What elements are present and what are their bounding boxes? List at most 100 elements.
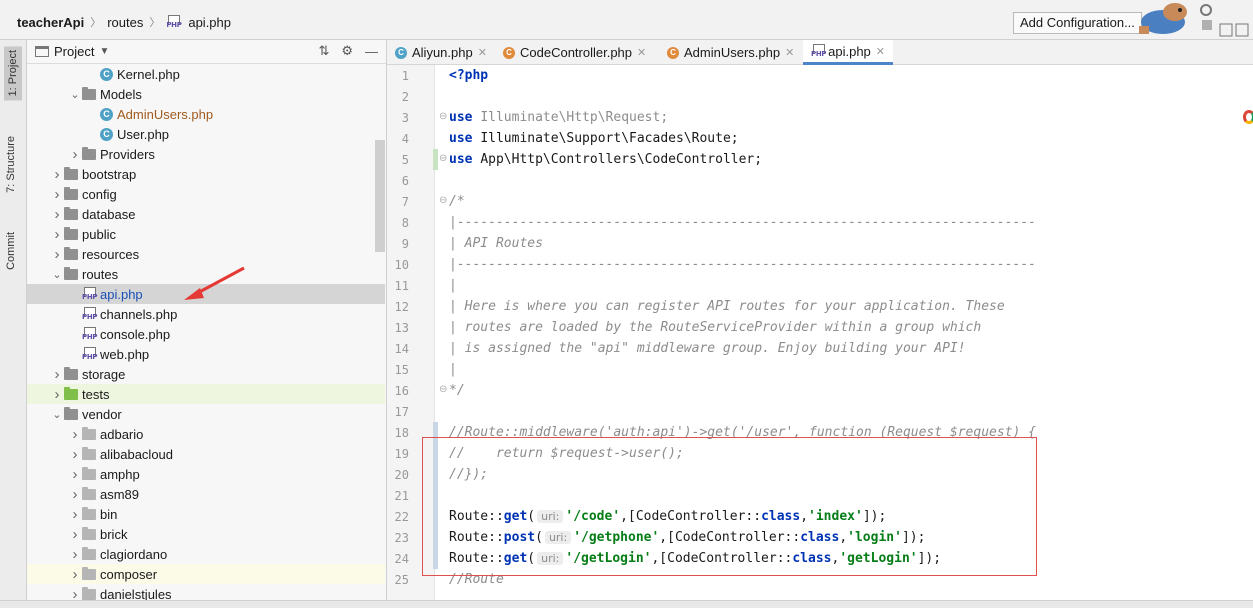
code-line: |: [449, 278, 457, 293]
line-number: 14: [394, 342, 409, 356]
php-file-icon: [811, 44, 826, 58]
tree-item[interactable]: channels.php: [27, 304, 385, 324]
tree-item-label: routes: [82, 266, 119, 282]
chevron-right-icon[interactable]: ›: [50, 206, 64, 223]
gear-icon[interactable]: ⚙: [341, 43, 353, 59]
chevron-right-icon[interactable]: ›: [68, 486, 82, 503]
tree-item[interactable]: › amphp: [27, 464, 385, 484]
tree-item-label: resources: [82, 246, 140, 262]
breadcrumb-file[interactable]: api.php: [188, 15, 231, 30]
chevron-right-icon[interactable]: ›: [50, 366, 64, 383]
fold-icon[interactable]: ⊖: [439, 384, 447, 395]
chevron-right-icon[interactable]: ›: [68, 566, 82, 583]
tree-item[interactable]: C User.php: [27, 124, 385, 144]
library-folder-icon: [82, 446, 96, 460]
tree-item[interactable]: › asm89: [27, 484, 385, 504]
close-icon[interactable]: ✕: [876, 45, 885, 58]
code-token: Illuminate\Http\Request;: [480, 110, 669, 125]
tree-item[interactable]: › alibabacloud: [27, 444, 385, 464]
vcs-added-marker[interactable]: [433, 149, 438, 170]
close-icon[interactable]: ✕: [637, 46, 646, 59]
chevron-right-icon: 〉: [90, 17, 102, 29]
chevron-right-icon[interactable]: ›: [50, 226, 64, 243]
tree-item[interactable]: › bin: [27, 504, 385, 524]
tab-project-tool-window[interactable]: 1: Project: [4, 46, 22, 101]
tree-item-label: vendor: [82, 406, 122, 422]
tree-item[interactable]: › clagiordano: [27, 544, 385, 564]
chevron-right-icon[interactable]: ›: [68, 426, 82, 443]
editor-tab-label: AdminUsers.php: [684, 45, 781, 60]
chevron-right-icon[interactable]: ›: [68, 466, 82, 483]
editor-tab[interactable]: C Aliyun.php ✕: [387, 40, 495, 65]
chevron-right-icon[interactable]: ›: [50, 166, 64, 183]
project-view-selector[interactable]: Project ▼: [35, 44, 109, 59]
chevron-right-icon[interactable]: ›: [68, 146, 82, 163]
code-line: | routes are loaded by the RouteServiceP…: [449, 320, 982, 335]
tree-item[interactable]: ⌄ Models: [27, 84, 385, 104]
collapse-all-icon[interactable]: ⇅: [318, 43, 329, 59]
tab-commit-tool-window[interactable]: Commit: [5, 232, 17, 270]
line-number: 21: [394, 489, 409, 503]
tree-item[interactable]: › composer: [27, 564, 385, 584]
fold-icon[interactable]: ⊖: [439, 153, 447, 164]
chevron-right-icon[interactable]: ›: [50, 246, 64, 263]
chevron-right-icon[interactable]: ›: [68, 526, 82, 543]
fold-icon[interactable]: ⊖: [439, 111, 447, 122]
php-class-icon: C: [503, 46, 515, 59]
toolbar-run-icons[interactable]: [1198, 2, 1253, 38]
chevron-right-icon[interactable]: ›: [68, 446, 82, 463]
chevron-right-icon[interactable]: ›: [68, 506, 82, 523]
tree-item[interactable]: › tests: [27, 384, 385, 404]
tree-item[interactable]: › resources: [27, 244, 385, 264]
folder-icon: [64, 166, 78, 180]
breadcrumb-project[interactable]: teacherApi: [17, 15, 84, 30]
editor-tab[interactable]: C AdminUsers.php ✕: [659, 40, 803, 65]
php-class-icon: C: [395, 46, 407, 59]
tree-item[interactable]: › database: [27, 204, 385, 224]
tab-structure-tool-window[interactable]: 7: Structure: [5, 136, 17, 193]
code-line: use Illuminate\Http\Request;: [449, 107, 668, 128]
chevron-down-icon[interactable]: ⌄: [68, 88, 82, 101]
chevron-right-icon[interactable]: ›: [50, 386, 64, 403]
tree-item[interactable]: › bootstrap: [27, 164, 385, 184]
folder-icon: [64, 226, 78, 240]
line-number: 17: [394, 405, 409, 419]
line-number: 4: [401, 132, 409, 146]
minimize-icon[interactable]: —: [365, 44, 378, 59]
tree-item[interactable]: › storage: [27, 364, 385, 384]
tree-item-label: alibabacloud: [100, 446, 174, 462]
library-folder-icon: [82, 466, 96, 480]
add-configuration-button[interactable]: Add Configuration...: [1013, 12, 1142, 34]
folder-icon: [82, 86, 96, 100]
breadcrumb-folder[interactable]: routes: [107, 15, 143, 30]
project-panel: Project ▼ ⇅ ⚙ — C Kernel.php ⌄ Models C Admin…: [27, 40, 387, 608]
tree-item[interactable]: ⌄ vendor: [27, 404, 385, 424]
chevron-down-icon[interactable]: ⌄: [50, 268, 64, 281]
chevron-down-icon[interactable]: ⌄: [50, 408, 64, 421]
tree-item[interactable]: web.php: [27, 344, 385, 364]
tree-item[interactable]: › brick: [27, 524, 385, 544]
library-folder-icon: [82, 546, 96, 560]
folder-icon: [64, 406, 78, 420]
close-icon[interactable]: ✕: [785, 46, 794, 59]
folder-icon: [64, 366, 78, 380]
tree-item-label: Kernel.php: [117, 66, 180, 82]
tree-item[interactable]: › adbario: [27, 424, 385, 444]
tree-item[interactable]: › Providers: [27, 144, 385, 164]
chrome-browser-icon[interactable]: [1243, 110, 1253, 124]
tree-item[interactable]: › config: [27, 184, 385, 204]
editor-tab[interactable]: C CodeController.php ✕: [495, 40, 659, 65]
editor-tab[interactable]: api.php ✕: [803, 40, 893, 65]
chevron-right-icon[interactable]: ›: [68, 546, 82, 563]
tree-scrollbar[interactable]: [375, 140, 385, 252]
breadcrumb: teacherApi 〉 routes 〉 api.php: [17, 14, 231, 30]
chevron-right-icon[interactable]: ›: [50, 186, 64, 203]
close-icon[interactable]: ✕: [478, 46, 487, 59]
tree-item[interactable]: C AdminUsers.php: [27, 104, 385, 124]
tree-item[interactable]: console.php: [27, 324, 385, 344]
tab-commit-label: Commit: [5, 232, 17, 270]
fold-icon[interactable]: ⊖: [439, 195, 447, 206]
tree-item[interactable]: C Kernel.php: [27, 64, 385, 84]
tree-item[interactable]: › public: [27, 224, 385, 244]
mascot-decoration-icon: [1139, 3, 1187, 34]
